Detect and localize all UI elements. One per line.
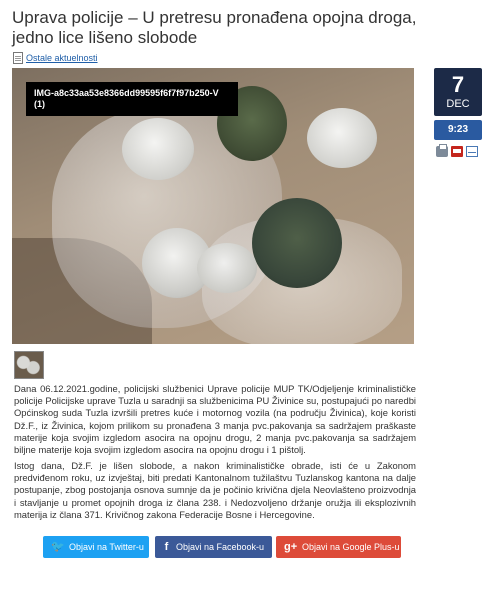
white-package — [197, 243, 257, 293]
time-badge: 9:23 — [434, 120, 482, 140]
share-facebook-label: Objavi na Facebook-u — [175, 542, 264, 552]
date-badge: 7 DEC — [434, 68, 482, 116]
breadcrumb-link-ostale-aktuelnosti[interactable]: Ostale aktuelnosti — [26, 53, 98, 63]
share-google-button[interactable]: g+ Objavi na Google Plus-u — [276, 536, 401, 558]
facebook-icon: f — [164, 541, 169, 553]
share-google-label: Objavi na Google Plus-u — [302, 542, 400, 552]
article-photo[interactable]: IMG-a8c33aa53e8366dd99595f6f7f97b250-V (… — [12, 68, 414, 344]
article-paragraph: Istog dana, Dž.F. je lišen slobode, a na… — [14, 460, 416, 520]
date-month: DEC — [446, 98, 470, 110]
document-icon — [13, 52, 23, 64]
breadcrumb: Ostale aktuelnosti — [13, 52, 98, 64]
white-package — [307, 108, 377, 168]
image-filename-label: IMG-a8c33aa53e8366dd99595f6f7f97b250-V (… — [26, 82, 238, 116]
twitter-icon: 🐦 — [51, 541, 65, 553]
email-icon[interactable] — [466, 146, 478, 157]
pdf-icon[interactable] — [451, 146, 463, 157]
white-package — [122, 118, 194, 180]
print-icon[interactable] — [436, 144, 448, 157]
gallery-thumbnail[interactable] — [14, 351, 44, 379]
green-package — [252, 198, 342, 288]
share-twitter-label: Objavi na Twitter-u — [69, 542, 144, 552]
share-facebook-button[interactable]: f Objavi na Facebook-u — [155, 536, 272, 558]
article-paragraph: Dana 06.12.2021.godine, policijski služb… — [14, 383, 416, 456]
article-title: Uprava policije – U pretresu pronađena o… — [12, 8, 417, 47]
article-tools — [436, 144, 478, 157]
date-day: 7 — [451, 72, 465, 97]
google-plus-icon: g+ — [284, 541, 298, 553]
share-twitter-button[interactable]: 🐦 Objavi na Twitter-u — [43, 536, 149, 558]
